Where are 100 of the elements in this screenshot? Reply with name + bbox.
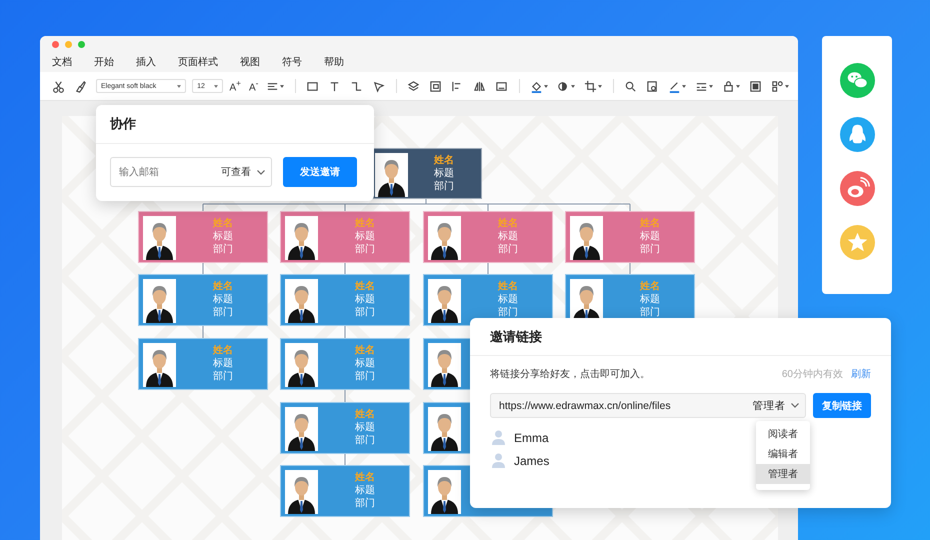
caret-icon[interactable] xyxy=(571,84,576,88)
chevron-icon[interactable] xyxy=(791,403,800,408)
user-name: James xyxy=(514,454,550,468)
node-department: 部门 xyxy=(355,434,375,447)
person-avatar xyxy=(143,343,176,387)
caret-icon[interactable] xyxy=(214,84,218,88)
node-name: 姓名 xyxy=(355,280,375,293)
node-department: 部门 xyxy=(355,243,375,256)
node-title: 标题 xyxy=(355,293,375,306)
node-name: 姓名 xyxy=(355,471,375,484)
search-icon[interactable] xyxy=(624,80,637,92)
node-department: 部门 xyxy=(434,180,454,193)
menu-item[interactable]: 文档 xyxy=(52,55,72,69)
send-invite-button[interactable]: 发送邀请 xyxy=(283,157,357,187)
node-title: 标题 xyxy=(640,230,660,243)
node-department: 部门 xyxy=(355,370,375,383)
node-name: 姓名 xyxy=(355,408,375,421)
person-avatar xyxy=(285,407,318,451)
menu-item[interactable]: 帮助 xyxy=(324,55,344,69)
node-name: 姓名 xyxy=(213,280,233,293)
more-icon[interactable] xyxy=(771,80,784,92)
pointer-icon[interactable] xyxy=(372,80,386,92)
connector-line xyxy=(344,454,346,466)
node-title: 标题 xyxy=(355,357,375,370)
user-name: Emma xyxy=(514,430,549,444)
node-title: 标题 xyxy=(498,230,518,243)
chevron-icon[interactable] xyxy=(257,170,265,174)
email-field[interactable]: 输入邮箱 可查看 xyxy=(110,157,272,187)
person-avatar xyxy=(570,216,603,260)
node-title: 标题 xyxy=(355,230,375,243)
group-icon[interactable] xyxy=(429,80,442,92)
node-name: 姓名 xyxy=(498,217,518,230)
person-avatar xyxy=(285,279,318,323)
role-select[interactable]: 管理者 xyxy=(752,398,786,412)
node-name: 姓名 xyxy=(355,344,375,357)
node-department: 部门 xyxy=(498,243,518,256)
node-name: 姓名 xyxy=(434,154,454,167)
menu-item[interactable]: 页面样式 xyxy=(178,55,218,69)
line-color-icon[interactable] xyxy=(668,80,681,92)
person-avatar xyxy=(285,216,318,260)
person-avatar xyxy=(428,407,461,451)
connector-icon[interactable] xyxy=(350,80,364,92)
grow-font-button[interactable]: A$^{+}$ xyxy=(229,78,241,94)
node-title: 标题 xyxy=(213,230,233,243)
close-icon[interactable] xyxy=(52,40,59,48)
refresh-link[interactable]: 刷新 xyxy=(851,367,871,381)
node-department: 部门 xyxy=(213,306,233,319)
node-department: 部门 xyxy=(640,243,660,256)
node-title: 标题 xyxy=(434,167,454,180)
permission-select[interactable]: 可查看 xyxy=(221,165,251,179)
node-name: 姓名 xyxy=(355,217,375,230)
role-option[interactable]: 编辑者 xyxy=(756,444,810,464)
fill-icon[interactable] xyxy=(530,80,544,92)
node-title: 标题 xyxy=(213,357,233,370)
rectangle-icon[interactable] xyxy=(306,80,320,92)
node-title: 标题 xyxy=(640,293,660,306)
caret-icon[interactable] xyxy=(177,84,182,88)
role-option[interactable]: 管理者 xyxy=(756,464,810,484)
person-avatar xyxy=(428,343,461,387)
caret-icon[interactable] xyxy=(785,84,789,88)
brush-icon[interactable] xyxy=(74,80,87,92)
node-title: 标题 xyxy=(498,293,518,306)
caret-icon[interactable] xyxy=(544,84,548,88)
node-department: 部门 xyxy=(640,306,660,319)
menu-item[interactable]: 视图 xyxy=(240,55,260,69)
caret-icon[interactable] xyxy=(598,84,602,88)
penguin-icon[interactable] xyxy=(840,117,874,152)
preview-icon[interactable] xyxy=(646,80,659,92)
menu-item[interactable]: 开始 xyxy=(94,55,114,69)
caret-icon[interactable] xyxy=(736,84,740,88)
node-department: 部门 xyxy=(213,370,233,383)
caret-icon[interactable] xyxy=(280,84,284,88)
menu-item[interactable]: 插入 xyxy=(136,55,156,69)
user-icon xyxy=(492,430,505,445)
user-icon xyxy=(492,453,505,468)
frame-icon[interactable] xyxy=(749,80,762,92)
layers-icon[interactable] xyxy=(407,80,420,92)
lock-icon[interactable] xyxy=(722,80,735,92)
caret-icon[interactable] xyxy=(709,84,713,88)
scissors-icon[interactable] xyxy=(52,80,65,92)
connector-line xyxy=(344,326,346,338)
connector-line xyxy=(202,262,204,274)
connector-line xyxy=(202,326,204,338)
person-avatar xyxy=(428,216,461,260)
copy-link-button[interactable]: 复制链接 xyxy=(813,393,871,418)
image-icon[interactable] xyxy=(495,80,508,92)
caret-icon[interactable] xyxy=(682,84,686,88)
link-field[interactable]: https://www.edrawmax.cn/online/files 管理者 xyxy=(490,393,806,418)
dialog-title: 邀请链接 xyxy=(490,329,542,344)
menu-item[interactable]: 符号 xyxy=(282,55,302,69)
swirl-eye-icon[interactable] xyxy=(840,171,874,206)
flip-icon[interactable] xyxy=(473,80,486,92)
shrink-font-button[interactable]: A$^{-}$ xyxy=(248,78,258,94)
validity-note: 60分钟内有效 xyxy=(782,368,843,381)
node-name: 姓名 xyxy=(640,217,660,230)
connector-line xyxy=(344,390,346,402)
role-option[interactable]: 阅读者 xyxy=(756,424,810,444)
node-name: 姓名 xyxy=(640,280,660,293)
person-avatar xyxy=(285,343,318,387)
crop-icon[interactable] xyxy=(584,80,598,92)
